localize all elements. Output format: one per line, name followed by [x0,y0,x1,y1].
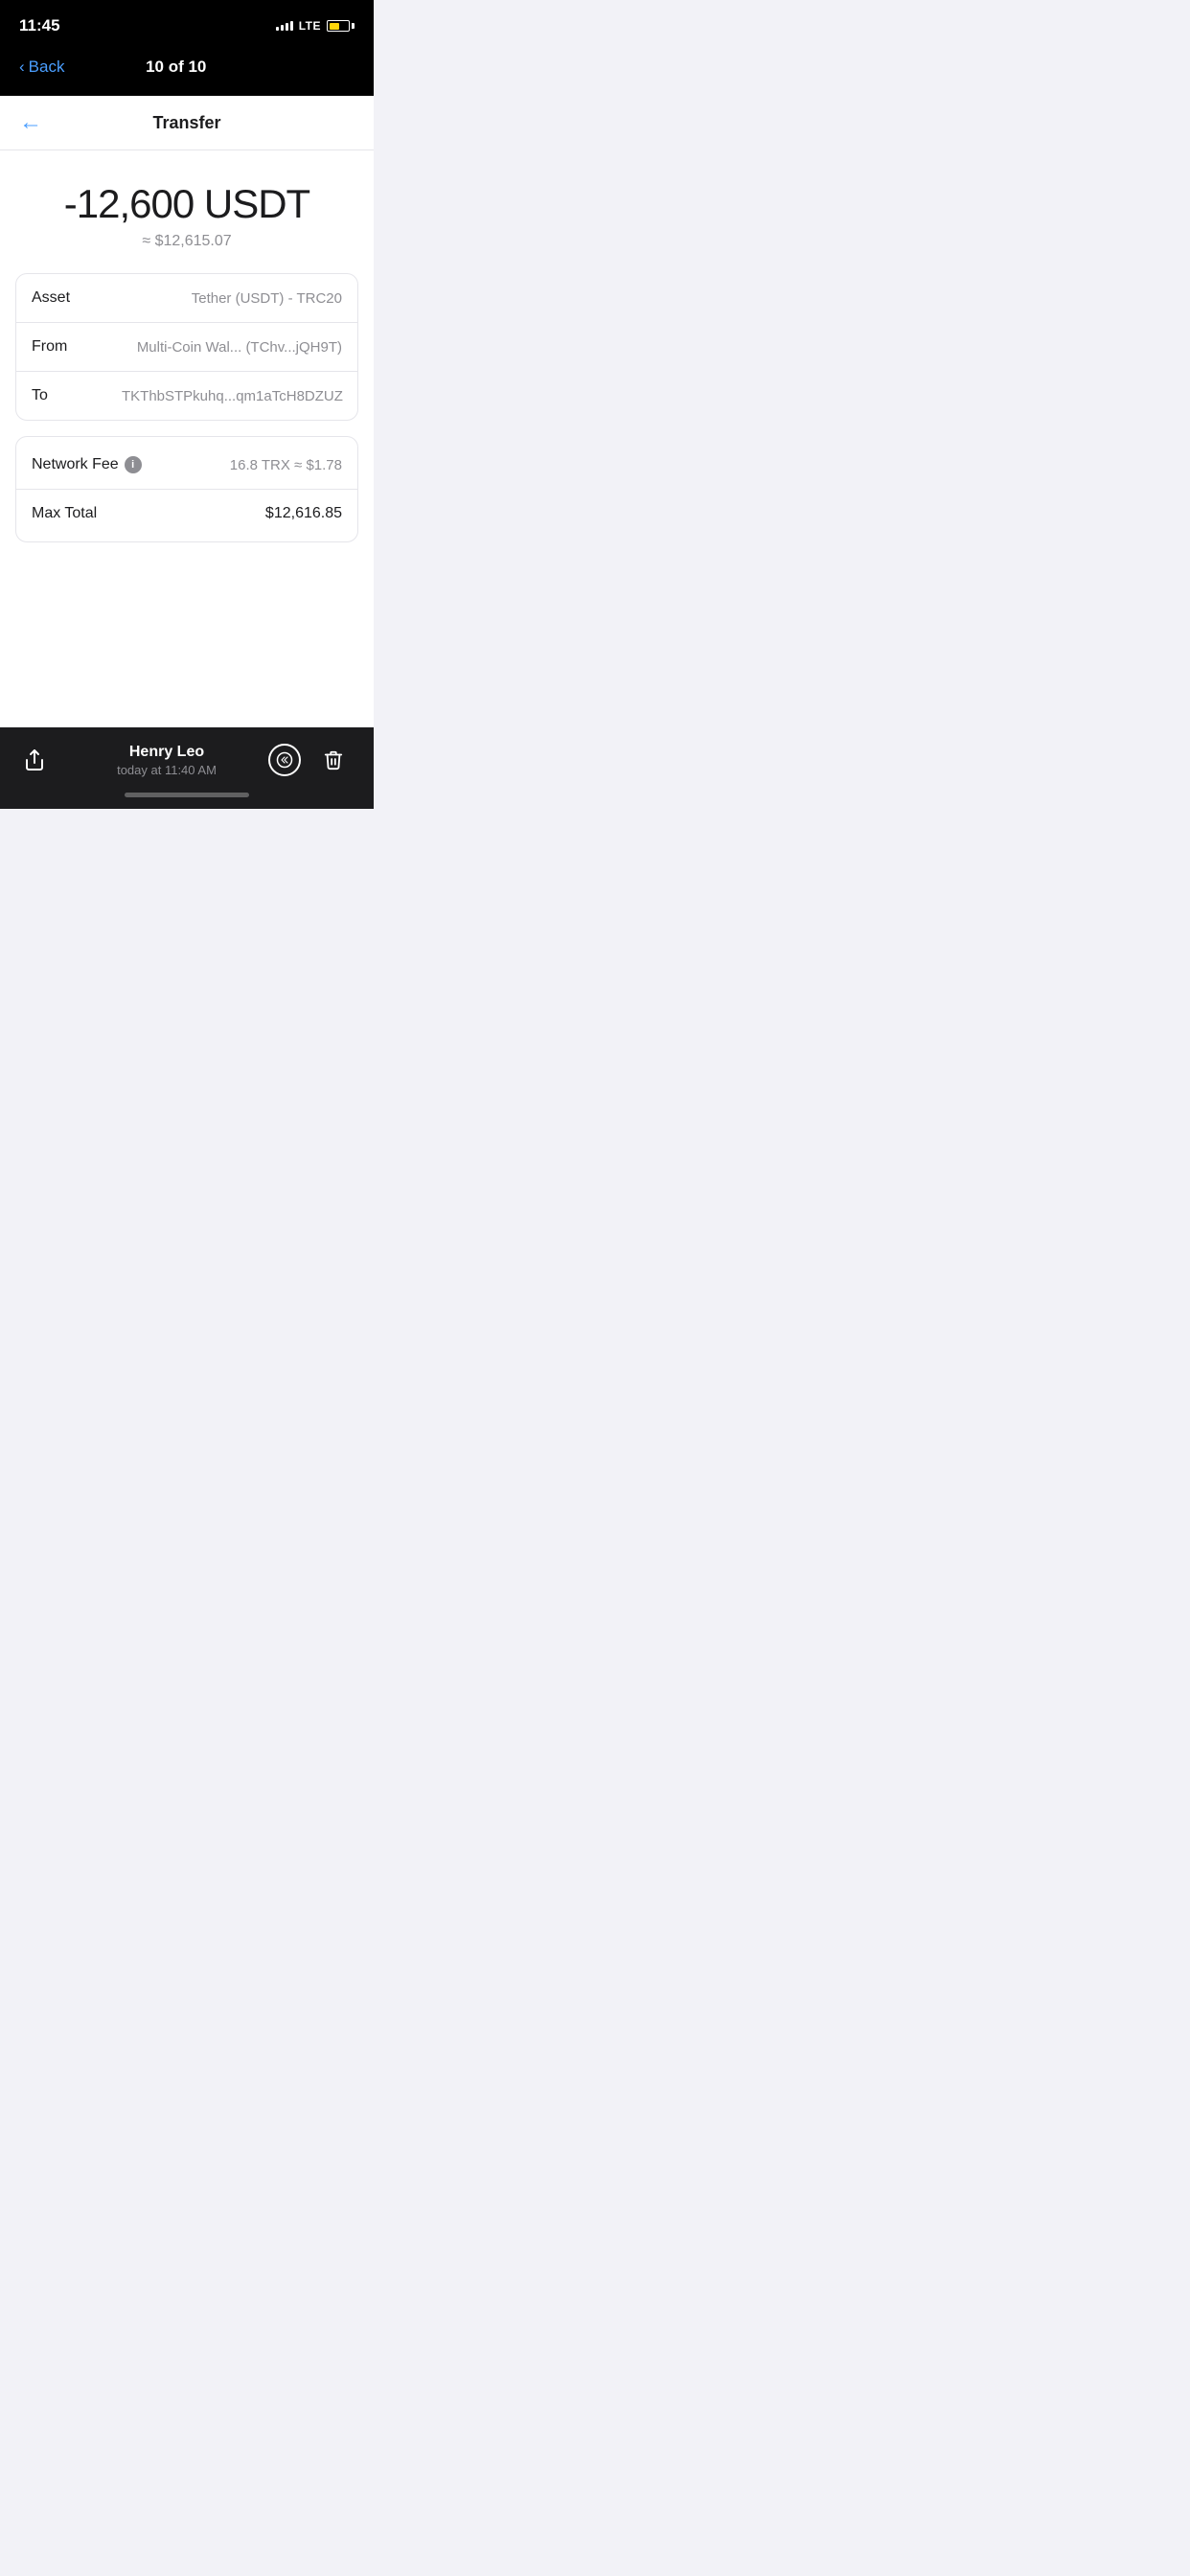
asset-label: Asset [32,289,70,307]
network-fee-label: Network Fee i [32,456,142,473]
asset-value: Tether (USDT) - TRC20 [192,290,342,307]
sketch-button[interactable] [268,744,301,776]
network-fee-value: 16.8 TRX ≈ $1.78 [230,457,342,473]
status-bar: 11:45 LTE [0,0,374,48]
from-value: Multi-Coin Wal... (TChv...jQH9T) [137,339,342,356]
asset-row: Asset Tether (USDT) - TRC20 [16,274,357,323]
max-total-label: Max Total [32,505,97,522]
nav-bar: ‹ Back 10 of 10 [0,48,374,96]
signal-icon [276,21,293,31]
status-icons: LTE [276,19,355,33]
home-indicator-bar [125,793,249,797]
lte-label: LTE [299,19,321,33]
user-name: Henry Leo [65,744,268,761]
status-time: 11:45 [19,16,60,35]
page-back-button[interactable]: ← [19,111,42,134]
from-row: From Multi-Coin Wal... (TChv...jQH9T) [16,323,357,372]
user-info: Henry Leo today at 11:40 AM [65,744,268,777]
to-label: To [32,387,48,404]
page-title: Transfer [54,113,320,133]
content-area: ← Transfer -12,600 USDT ≈ $12,615.07 Ass… [0,96,374,727]
home-indicator [0,785,374,809]
fee-card: Network Fee i 16.8 TRX ≈ $1.78 Max Total… [15,436,358,542]
delete-button[interactable] [316,743,351,777]
battery-icon [327,20,355,32]
amount-section: -12,600 USDT ≈ $12,615.07 [0,150,374,273]
network-fee-row: Network Fee i 16.8 TRX ≈ $1.78 [16,441,357,489]
from-label: From [32,338,67,356]
max-total-value: $12,616.85 [265,505,342,522]
bottom-bar: Henry Leo today at 11:40 AM [0,727,374,785]
max-total-row: Max Total $12,616.85 [16,489,357,538]
nav-back-label: Back [29,58,65,77]
transfer-usd-equivalent: ≈ $12,615.07 [19,233,355,250]
info-icon[interactable]: i [125,456,142,473]
to-row: To TKThbSTPkuhq...qm1aTcH8DZUZ [16,372,357,420]
details-card: Asset Tether (USDT) - TRC20 From Multi-C… [15,273,358,421]
share-button[interactable] [23,748,65,771]
page-header: ← Transfer [0,96,374,150]
nav-title: 10 of 10 [146,58,206,77]
user-time: today at 11:40 AM [65,763,268,777]
transfer-amount: -12,600 USDT [19,181,355,227]
nav-back-chevron: ‹ [19,58,25,77]
nav-back-button[interactable]: ‹ Back [19,58,64,77]
content-spacer [0,558,374,727]
to-value: TKThbSTPkuhq...qm1aTcH8DZUZ [122,388,342,404]
action-icons [268,743,351,777]
